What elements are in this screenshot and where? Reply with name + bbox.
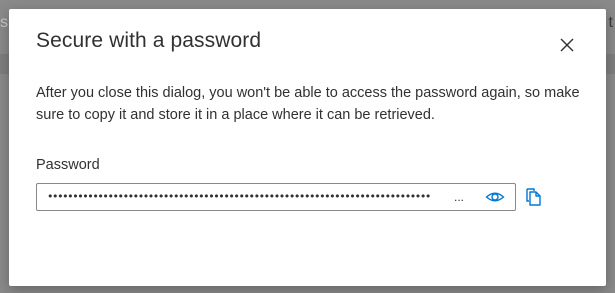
- dialog-title: Secure with a password: [36, 29, 262, 52]
- background-text-right: t: [608, 14, 613, 31]
- secure-password-dialog: Secure with a password After you close t…: [9, 9, 606, 286]
- password-masked-value: ••••••••••••••••••••••••••••••••••••••••…: [47, 190, 431, 203]
- password-ellipsis: ...: [454, 190, 465, 204]
- dialog-description: After you close this dialog, you won't b…: [36, 85, 580, 123]
- copy-icon: [526, 188, 541, 206]
- reveal-password-button[interactable]: [485, 189, 505, 205]
- password-label: Password: [36, 157, 100, 173]
- close-button[interactable]: [557, 35, 577, 55]
- eye-icon: [485, 192, 505, 202]
- background-text-left: s: [0, 14, 8, 31]
- password-field[interactable]: ••••••••••••••••••••••••••••••••••••••••…: [36, 183, 516, 211]
- close-icon: [560, 38, 574, 52]
- copy-password-button[interactable]: [525, 187, 543, 207]
